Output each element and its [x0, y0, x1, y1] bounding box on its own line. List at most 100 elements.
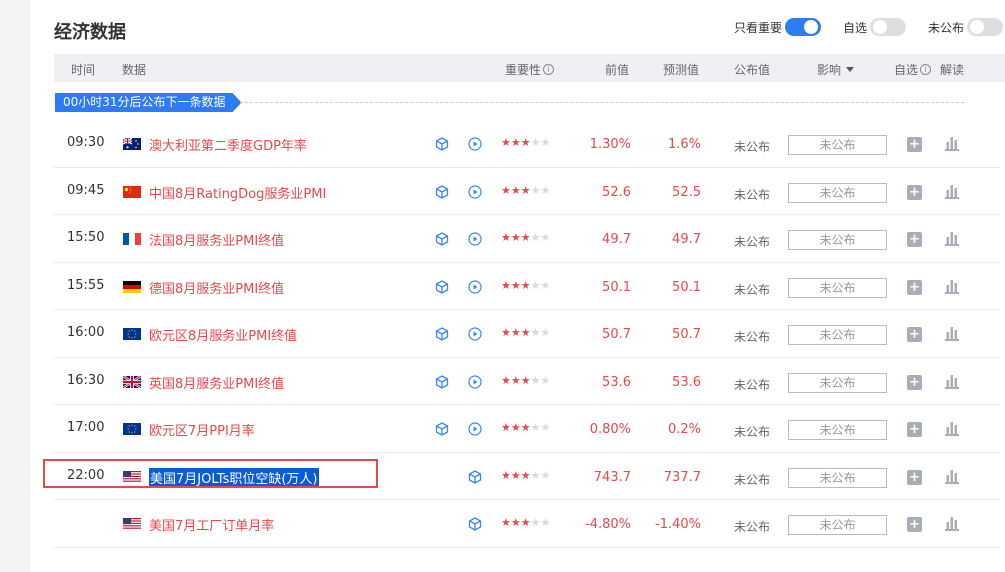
actual-status: 未公布 — [734, 235, 771, 249]
chart-icon[interactable] — [945, 421, 959, 436]
importance-stars: ★★★★★ — [501, 326, 550, 339]
row-time: 15:50 — [67, 230, 105, 245]
play-icon[interactable] — [468, 279, 482, 294]
chart-icon[interactable] — [945, 136, 959, 151]
star-icon: ★ — [510, 231, 521, 244]
star-icon: ★ — [520, 516, 531, 529]
star-icon: ★ — [510, 373, 521, 387]
col-importance: 重要性 i — [505, 61, 555, 78]
star-icon: ★ — [530, 183, 541, 197]
star-icon: ★ — [510, 278, 521, 292]
col-forecast: 预测值 — [663, 63, 700, 77]
chart-icon[interactable] — [945, 516, 959, 531]
indicator-name-link[interactable]: 中国8月RatingDog服务业PMI — [149, 183, 326, 202]
impact-field[interactable]: 未公布 — [788, 325, 887, 345]
help-icon[interactable]: i — [920, 64, 932, 75]
play-icon[interactable] — [468, 232, 482, 246]
impact-field[interactable]: 未公布 — [788, 515, 887, 535]
previous-value: 0.80% — [589, 422, 631, 437]
star-icon: ★ — [520, 231, 531, 244]
importance-stars: ★★★★★ — [501, 279, 550, 292]
play-icon[interactable] — [468, 374, 482, 389]
chart-icon[interactable] — [945, 279, 959, 294]
star-icon: ★ — [501, 373, 511, 387]
cube-icon[interactable] — [435, 232, 449, 246]
cube-icon[interactable] — [435, 422, 449, 436]
play-icon[interactable] — [468, 422, 482, 436]
add-watchlist-button[interactable]: + — [907, 279, 922, 295]
cube-icon[interactable] — [435, 184, 449, 199]
toggle-knob — [803, 20, 818, 34]
impact-field[interactable]: 未公布 — [788, 182, 887, 203]
indicator-name-link[interactable]: 澳大利亚第二季度GDP年率 — [149, 135, 307, 154]
chart-icon[interactable] — [945, 326, 959, 341]
play-icon[interactable] — [468, 327, 482, 341]
star-icon: ★ — [520, 326, 531, 339]
star-icon: ★ — [501, 231, 511, 244]
impact-field[interactable]: 未公布 — [788, 230, 887, 250]
add-watchlist-button[interactable]: + — [907, 374, 922, 390]
previous-value: 50.7 — [602, 327, 631, 342]
toggle-label: 未公布 — [927, 20, 964, 35]
chart-icon[interactable] — [945, 231, 959, 246]
highlight-annotation-box — [43, 459, 378, 488]
table-row: 16:00 欧元区8月服务业PMI终值 ★★★★★ 50.7 50.7 未公布 未公布 + — [54, 310, 1000, 358]
cube-icon[interactable] — [435, 374, 449, 389]
add-watchlist-button[interactable]: + — [907, 232, 922, 247]
col-impact[interactable]: 影响 — [817, 61, 855, 78]
previous-value: -4.80% — [585, 517, 631, 532]
actual-status: 未公布 — [734, 425, 771, 439]
star-icon: ★ — [501, 421, 511, 434]
cube-icon[interactable] — [435, 327, 449, 341]
col-actual: 公布值 — [734, 63, 771, 77]
add-watchlist-button[interactable]: + — [907, 327, 922, 342]
toggle-unpublished[interactable]: 未公布 — [928, 18, 1003, 36]
previous-value: 743.7 — [593, 469, 631, 485]
indicator-name-link[interactable]: 欧元区7月PPI月率 — [149, 420, 255, 439]
actual-status: 未公布 — [734, 472, 771, 487]
star-icon: ★ — [530, 373, 541, 387]
star-icon: ★ — [530, 136, 541, 149]
chart-icon[interactable] — [945, 374, 959, 389]
add-watchlist-button[interactable]: + — [907, 517, 922, 532]
impact-field[interactable]: 未公布 — [788, 277, 887, 298]
previous-value: 52.6 — [602, 184, 631, 200]
impact-field[interactable]: 未公布 — [788, 372, 887, 393]
toggle-switch[interactable] — [967, 18, 1003, 36]
indicator-name-link[interactable]: 美国7月工厂订单月率 — [149, 515, 274, 534]
star-icon: ★ — [540, 468, 551, 482]
add-watchlist-button[interactable]: + — [907, 422, 922, 437]
add-watchlist-button[interactable]: + — [907, 137, 922, 152]
col-time: 时间 — [71, 63, 96, 77]
col-watchlist: 自选 i — [894, 61, 932, 78]
help-icon[interactable]: i — [543, 64, 555, 75]
row-time: 09:30 — [67, 135, 105, 150]
indicator-name-link[interactable]: 德国8月服务业PMI终值 — [149, 278, 284, 297]
add-watchlist-button[interactable]: + — [907, 184, 922, 200]
cube-icon[interactable] — [468, 469, 482, 484]
toggle-switch[interactable] — [869, 18, 906, 36]
cube-icon[interactable] — [435, 279, 449, 294]
impact-field[interactable]: 未公布 — [788, 420, 887, 440]
cube-icon[interactable] — [468, 517, 482, 531]
indicator-name-link[interactable]: 英国8月服务业PMI终值 — [149, 373, 284, 392]
indicator-name-link[interactable]: 法国8月服务业PMI终值 — [149, 230, 284, 249]
toggle-switch[interactable] — [784, 18, 821, 36]
col-data: 数据 — [122, 63, 147, 77]
star-icon: ★ — [501, 516, 511, 529]
impact-field[interactable]: 未公布 — [788, 135, 887, 155]
indicator-name-link[interactable]: 欧元区8月服务业PMI终值 — [149, 325, 297, 344]
add-watchlist-button[interactable]: + — [907, 469, 922, 485]
row-time: 15:55 — [67, 277, 105, 293]
chart-icon[interactable] — [945, 469, 959, 484]
impact-field[interactable]: 未公布 — [788, 467, 887, 488]
chevron-down-icon — [846, 67, 855, 72]
previous-value: 50.1 — [602, 279, 631, 295]
play-icon[interactable] — [468, 184, 482, 199]
play-icon[interactable] — [468, 137, 482, 151]
toggle-watchlist[interactable]: 自选 — [843, 18, 906, 36]
toggle-important-only[interactable]: 只看重要 — [734, 18, 821, 36]
star-icon: ★ — [501, 136, 511, 149]
cube-icon[interactable] — [435, 137, 449, 151]
chart-icon[interactable] — [945, 184, 959, 199]
